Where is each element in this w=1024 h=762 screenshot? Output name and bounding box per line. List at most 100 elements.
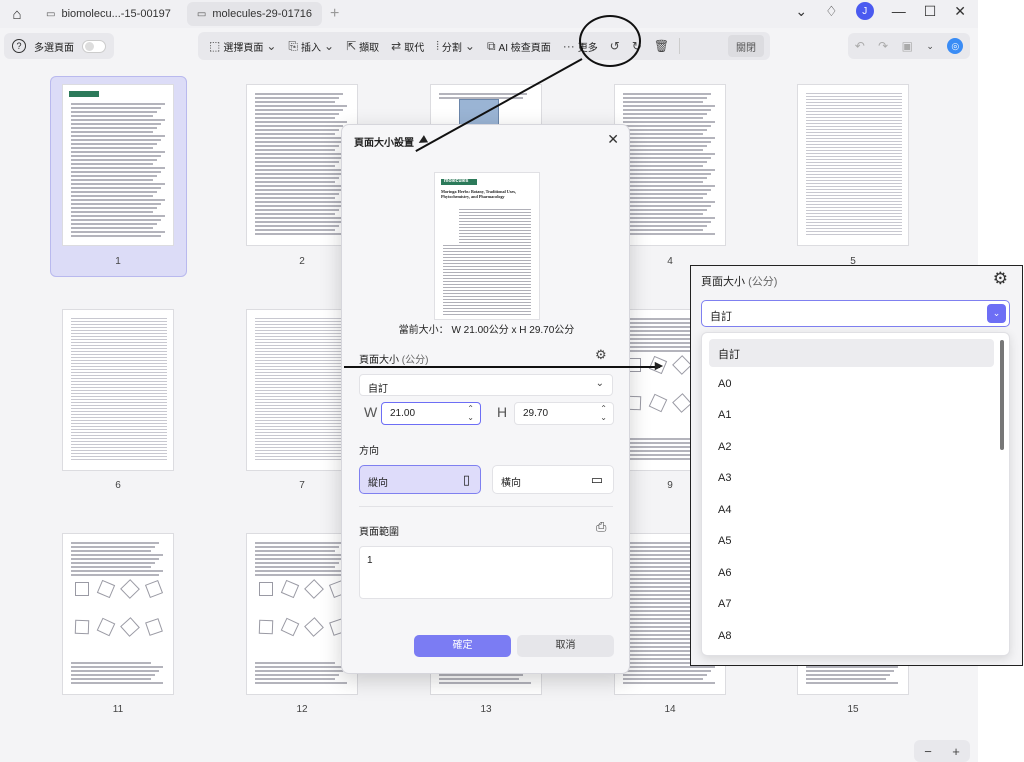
stepper-icon[interactable]: ⌃ ⌄ <box>467 404 474 422</box>
confirm-button[interactable]: 確定 <box>414 635 511 657</box>
width-input[interactable]: 21.00 ⌃ ⌄ <box>381 402 481 425</box>
text-line <box>806 120 902 121</box>
text-line <box>623 213 703 215</box>
chevron-down-icon[interactable]: ⌄ <box>926 41 934 52</box>
ai-check-pages-button[interactable]: ⧉ AI 檢查頁面 <box>482 35 556 57</box>
portrait-button[interactable]: 縱向 ▯ <box>359 465 481 494</box>
text-line <box>71 678 151 680</box>
orientation-label: 方向 <box>359 446 379 457</box>
text-line <box>71 453 167 454</box>
redo-icon[interactable]: ↷ <box>878 39 888 53</box>
text-line <box>806 117 902 118</box>
tab-document-1[interactable]: ▭ biomolecu...-15-00197 <box>36 2 181 26</box>
paper-title: Moringa Herbs: Botany, Traditional Uses,… <box>441 189 535 199</box>
text-line <box>71 195 153 197</box>
chemical-structure <box>120 579 140 599</box>
zoom-out-icon[interactable]: − <box>924 744 932 759</box>
multi-page-toggle[interactable] <box>82 39 106 53</box>
scrollbar[interactable] <box>1000 340 1004 450</box>
text-line <box>806 183 902 184</box>
text-line <box>623 93 711 95</box>
split-button[interactable]: ⦙ 分割 ⌄ <box>431 35 480 57</box>
page-size-option[interactable]: A3 <box>709 465 994 493</box>
page-size-option[interactable]: A4 <box>709 497 994 525</box>
extract-button[interactable]: ⇱ 擷取 <box>341 35 384 57</box>
close-page-mode-button[interactable]: 關閉 <box>728 35 764 57</box>
tab-document-2[interactable]: ▭ molecules-29-01716 <box>186 2 323 26</box>
page-size-option[interactable]: 自訂 <box>709 339 994 367</box>
page-size-option[interactable]: A7 <box>709 591 994 619</box>
text-line <box>71 139 161 141</box>
page-thumbnail[interactable] <box>62 533 174 695</box>
cancel-button[interactable]: 取消 <box>517 635 614 657</box>
close-icon[interactable]: ✕ <box>607 131 619 148</box>
replace-button[interactable]: ⇄ 取代 <box>386 35 429 57</box>
page-thumbnail[interactable] <box>62 309 174 471</box>
text-line <box>71 199 165 201</box>
text-line <box>71 405 167 406</box>
text-line <box>439 682 531 684</box>
width-label: W <box>364 404 378 420</box>
text-line <box>71 119 165 121</box>
maximize-icon[interactable]: ☐ <box>924 3 937 20</box>
page-size-option[interactable]: A0 <box>709 371 994 399</box>
zoom-in-icon[interactable]: + <box>952 744 960 759</box>
close-window-icon[interactable]: ✕ <box>954 3 966 20</box>
page-size-select[interactable]: 自訂 ⌄ <box>359 374 613 396</box>
text-line <box>255 161 339 163</box>
text-line <box>806 114 902 115</box>
text-line <box>71 674 155 676</box>
text-line <box>623 161 707 163</box>
page-size-select[interactable]: 自訂 ⌄ <box>701 300 1010 327</box>
new-tab-icon[interactable]: + <box>330 5 339 23</box>
height-input[interactable]: 29.70 ⌃ ⌄ <box>514 402 614 425</box>
page-size-dialog: 頁面大小設置 ✕ molecules Moringa Herbs: Botany… <box>341 124 630 674</box>
text-line <box>255 570 347 572</box>
home-icon[interactable]: ⌂ <box>4 2 30 26</box>
text-line <box>255 441 351 442</box>
delete-button[interactable]: 🗑 <box>649 35 674 57</box>
gear-icon[interactable]: ⚙ <box>595 347 607 363</box>
text-line <box>255 201 347 203</box>
preview-line <box>443 263 531 264</box>
page-size-option[interactable]: A6 <box>709 560 994 588</box>
text-line <box>806 138 902 139</box>
text-line <box>255 321 351 322</box>
preview-line <box>443 266 531 267</box>
undo-icon[interactable]: ↶ <box>855 39 865 53</box>
page-size-option[interactable]: A8 <box>709 623 994 651</box>
insert-button[interactable]: ⎘ 插入 ⌄ <box>283 35 339 57</box>
text-line <box>255 399 351 400</box>
text-line <box>623 221 711 223</box>
landscape-button[interactable]: 橫向 ▭ <box>492 465 614 494</box>
page-thumbnail[interactable] <box>62 84 174 246</box>
text-line <box>71 183 165 185</box>
chevron-down-icon[interactable]: ⌄ <box>795 3 807 20</box>
replace-icon: ⇄ <box>391 39 402 53</box>
bell-icon[interactable]: ♢ <box>825 3 838 20</box>
select-page-button[interactable]: ⬚ 選擇頁面 ⌄ <box>204 35 281 57</box>
page-size-option[interactable]: A5 <box>709 528 994 556</box>
avatar[interactable]: J <box>855 2 874 20</box>
page-range-icon[interactable]: ⎙ <box>596 519 606 535</box>
save-icon[interactable]: ▣ <box>902 39 913 53</box>
text-line <box>255 426 351 427</box>
page-range-input[interactable]: 1 <box>359 546 613 599</box>
page-size-option[interactable]: A1 <box>709 402 994 430</box>
text-line <box>806 93 902 94</box>
text-line <box>255 662 335 664</box>
help-icon[interactable]: ? <box>12 39 26 53</box>
stepper-icon[interactable]: ⌃ ⌄ <box>600 404 607 422</box>
gear-icon[interactable]: ⚙ <box>993 269 1008 289</box>
preview-line <box>459 236 531 237</box>
page-thumbnail[interactable] <box>797 84 909 246</box>
ai-check-label: AI 檢查頁面 <box>498 42 551 54</box>
text-line <box>806 180 902 181</box>
assistant-icon[interactable]: ◎ <box>947 38 964 54</box>
minimize-icon[interactable]: — <box>892 3 906 19</box>
chevron-down-icon[interactable]: ⌄ <box>987 304 1006 323</box>
page-size-option[interactable]: A2 <box>709 434 994 462</box>
text-line <box>623 189 711 191</box>
text-line <box>71 227 153 229</box>
page-thumbnail[interactable] <box>614 84 726 246</box>
